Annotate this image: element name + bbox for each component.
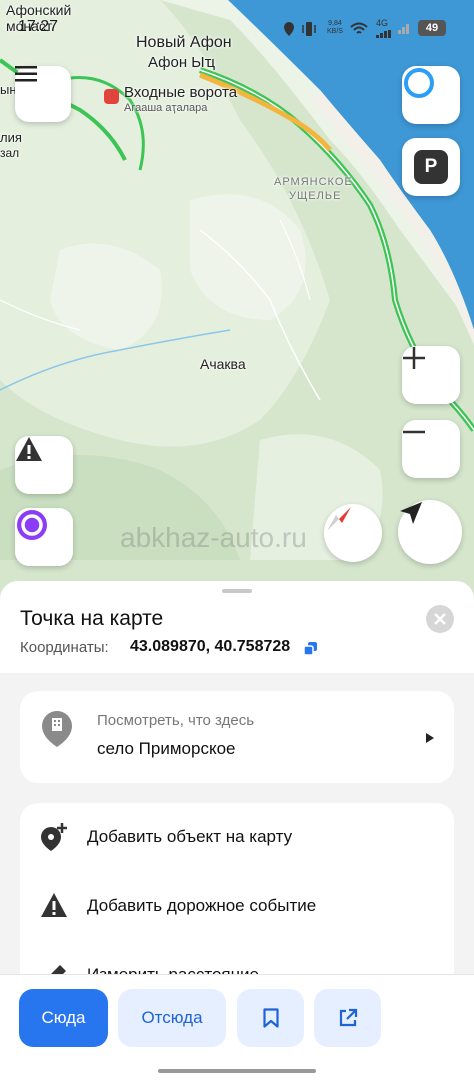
compass-button[interactable] (324, 504, 382, 562)
coordinates-value[interactable]: 43.089870, 40.758728 (130, 638, 290, 656)
location-icon (284, 22, 294, 36)
place-name: село Приморское (97, 739, 236, 758)
wifi-icon (350, 22, 368, 34)
parking-button[interactable]: P (402, 138, 460, 196)
route-from-button[interactable]: Отсюда (118, 989, 226, 1047)
close-button[interactable] (426, 605, 454, 633)
sheet-title: Точка на карте (20, 607, 164, 630)
network-type: 4G (376, 18, 389, 28)
alice-icon (17, 510, 47, 540)
map-label-gates-abkh: Агааша аҭалара (124, 102, 208, 114)
close-icon (434, 613, 446, 625)
sheet-header: Точка на карте Координаты: 43.089870, 40… (0, 581, 474, 673)
bottom-action-bar: Сюда Отсюда (0, 974, 474, 1081)
bookmark-icon (262, 1008, 279, 1028)
map-label-achkava: Ачаква (200, 356, 246, 372)
map-label-gates[interactable]: Входные ворота (124, 84, 237, 101)
action-add-road-event[interactable]: Добавить дорожное событие (20, 876, 454, 936)
whats-here-card[interactable]: Посмотреть, что здесь село Приморское (20, 691, 454, 783)
minus-icon (403, 430, 425, 434)
road-alert-button[interactable] (15, 436, 73, 494)
plus-icon (403, 347, 425, 369)
play-arrow-icon (426, 733, 434, 743)
hamburger-icon (15, 66, 37, 82)
map-label-left-3: зал (0, 146, 20, 160)
parking-icon: P (414, 150, 448, 184)
signal-icon (376, 30, 391, 38)
share-button[interactable] (314, 989, 381, 1047)
warning-icon (16, 437, 42, 461)
copy-icon[interactable] (304, 642, 317, 655)
action-label: Добавить объект на карту (87, 827, 293, 846)
museum-poi-icon[interactable] (104, 89, 119, 104)
battery-indicator: 49 (418, 20, 446, 36)
share-icon (339, 1008, 357, 1027)
compass-icon (327, 507, 351, 531)
route-here-button[interactable]: Сюда (19, 989, 108, 1047)
road-event-icon (41, 893, 67, 917)
my-location-button[interactable] (398, 500, 462, 564)
map-label-left-2: лия (0, 130, 22, 145)
map-label-gorge: УЩЕЛЬЕ (289, 190, 342, 202)
map-view[interactable]: Афонский монаст Новый Афон Афон Ыҵ Входн… (0, 0, 474, 600)
signal-empty-icon (398, 24, 409, 34)
zoom-out-button[interactable] (402, 420, 460, 478)
status-bar: 17:27 9,84 KB/S 4G 49 (0, 14, 474, 44)
map-label-afon-abkh: Афон Ыҵ (148, 54, 215, 71)
bookmark-button[interactable] (237, 989, 304, 1047)
sheet-drag-handle[interactable] (222, 589, 252, 593)
building-pin-icon (42, 711, 72, 747)
action-label: Добавить дорожное событие (87, 896, 317, 915)
menu-button[interactable] (15, 66, 71, 122)
net-speed: 9,84 KB/S (327, 20, 343, 35)
watermark: abkhaz-auto.ru (120, 522, 307, 553)
add-place-icon (41, 823, 67, 851)
home-indicator[interactable] (158, 1069, 316, 1073)
alice-assistant-button[interactable] (402, 66, 460, 124)
whats-here-label: Посмотреть, что здесь (97, 712, 255, 729)
navigation-arrow-icon (400, 502, 422, 524)
alice-voice-button[interactable] (15, 508, 73, 566)
status-time: 17:27 (18, 18, 59, 35)
zoom-in-button[interactable] (402, 346, 460, 404)
vibrate-icon (302, 22, 316, 36)
action-add-object[interactable]: Добавить объект на карту (20, 807, 454, 867)
alice-ring-icon (404, 68, 434, 98)
map-label-armenian: АРМЯНСКОЕ (274, 176, 353, 188)
coordinates-label: Координаты: (20, 639, 109, 656)
